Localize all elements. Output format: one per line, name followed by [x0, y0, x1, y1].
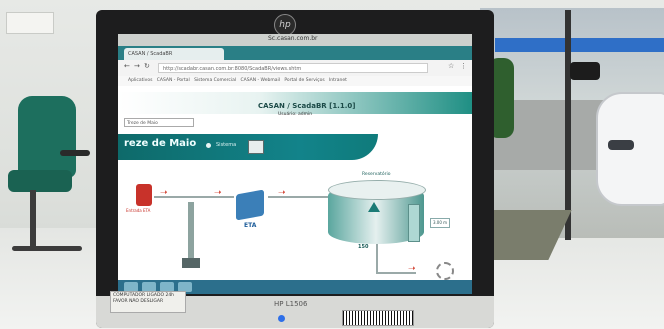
view-selector[interactable]: Treze de Maio	[124, 118, 194, 127]
asset-barcode	[342, 310, 414, 326]
reservoir-level: 150	[358, 244, 369, 250]
chair-armrest	[60, 150, 90, 156]
flow-arrow-icon: ➝	[160, 188, 168, 198]
app-title: CASAN / ScadaBR [1.1.0]	[258, 102, 356, 110]
glass-door-frame	[565, 10, 571, 240]
wall-poster	[6, 12, 54, 34]
building-stripe	[495, 38, 664, 52]
bookmark-item[interactable]: CASAN - Portal	[157, 78, 190, 83]
os-window-title: Sc.casan.com.br	[268, 35, 318, 42]
level-gauge	[408, 204, 420, 242]
chair-seat	[8, 170, 72, 192]
bookmark-item[interactable]: Intranet	[329, 78, 347, 83]
car-headlight	[608, 140, 634, 150]
bookmark-item[interactable]: Sistema Comercial	[194, 78, 236, 83]
browser-tab[interactable]: CASAN / ScadaBR	[124, 48, 224, 60]
treatment-station-icon[interactable]	[236, 189, 264, 221]
pipe-segment	[268, 196, 328, 198]
side-value: 3.00 m	[430, 218, 450, 228]
hp-logo: hp	[274, 14, 296, 36]
reload-icon[interactable]: ↻	[144, 62, 150, 70]
valve-label: Entrada ETA	[126, 208, 151, 213]
reservoir-tag: Reservatório	[362, 172, 391, 177]
view-subtitle: Sistema	[216, 142, 237, 148]
flow-arrow-icon: ➝	[214, 188, 222, 198]
flow-arrow-icon: ➝	[278, 188, 286, 198]
valve-icon[interactable]	[136, 184, 152, 206]
address-bar[interactable]: http://scadabr.casan.com.br:8080/ScadaBR…	[158, 63, 428, 73]
treatment-label: ETA	[244, 222, 257, 229]
back-icon[interactable]: ←	[124, 62, 130, 70]
reservoir-top	[328, 180, 426, 200]
bookmarks-bar: Aplicativos CASAN - Portal Sistema Comer…	[118, 76, 472, 86]
monitor-model: HP L1506	[274, 300, 308, 308]
door-handle	[570, 62, 600, 80]
forward-icon[interactable]: →	[134, 62, 140, 70]
view-button[interactable]	[248, 140, 264, 154]
bookmark-item[interactable]: CASAN - Webmail	[240, 78, 280, 83]
flow-arrow-icon: ➝	[408, 264, 416, 274]
filter-column	[188, 202, 194, 264]
filter-base	[182, 258, 200, 268]
chair-backrest	[18, 96, 76, 178]
view-title: reze de Maio	[124, 138, 197, 149]
pump-icon[interactable]	[436, 262, 454, 280]
bookmark-item[interactable]: Aplicativos	[128, 78, 152, 83]
monitor-screen: Sc.casan.com.br CASAN / ScadaBR ← → ↻ ht…	[118, 34, 472, 294]
chair-leg	[30, 190, 36, 250]
status-dot-icon	[206, 143, 211, 148]
star-icon[interactable]: ☆	[448, 62, 454, 70]
power-led-icon[interactable]	[278, 315, 285, 322]
bookmark-item[interactable]: Portal de Serviços	[284, 78, 324, 83]
monitor-sticker: COMPUTADOR LIGADO 24h FAVOR NÃO DESLIGAR	[110, 291, 186, 313]
outlet-pipe	[376, 244, 378, 274]
chair-base	[12, 246, 82, 251]
menu-icon[interactable]: ⋮	[460, 62, 467, 70]
user-info: Usuário: admin	[278, 112, 313, 117]
